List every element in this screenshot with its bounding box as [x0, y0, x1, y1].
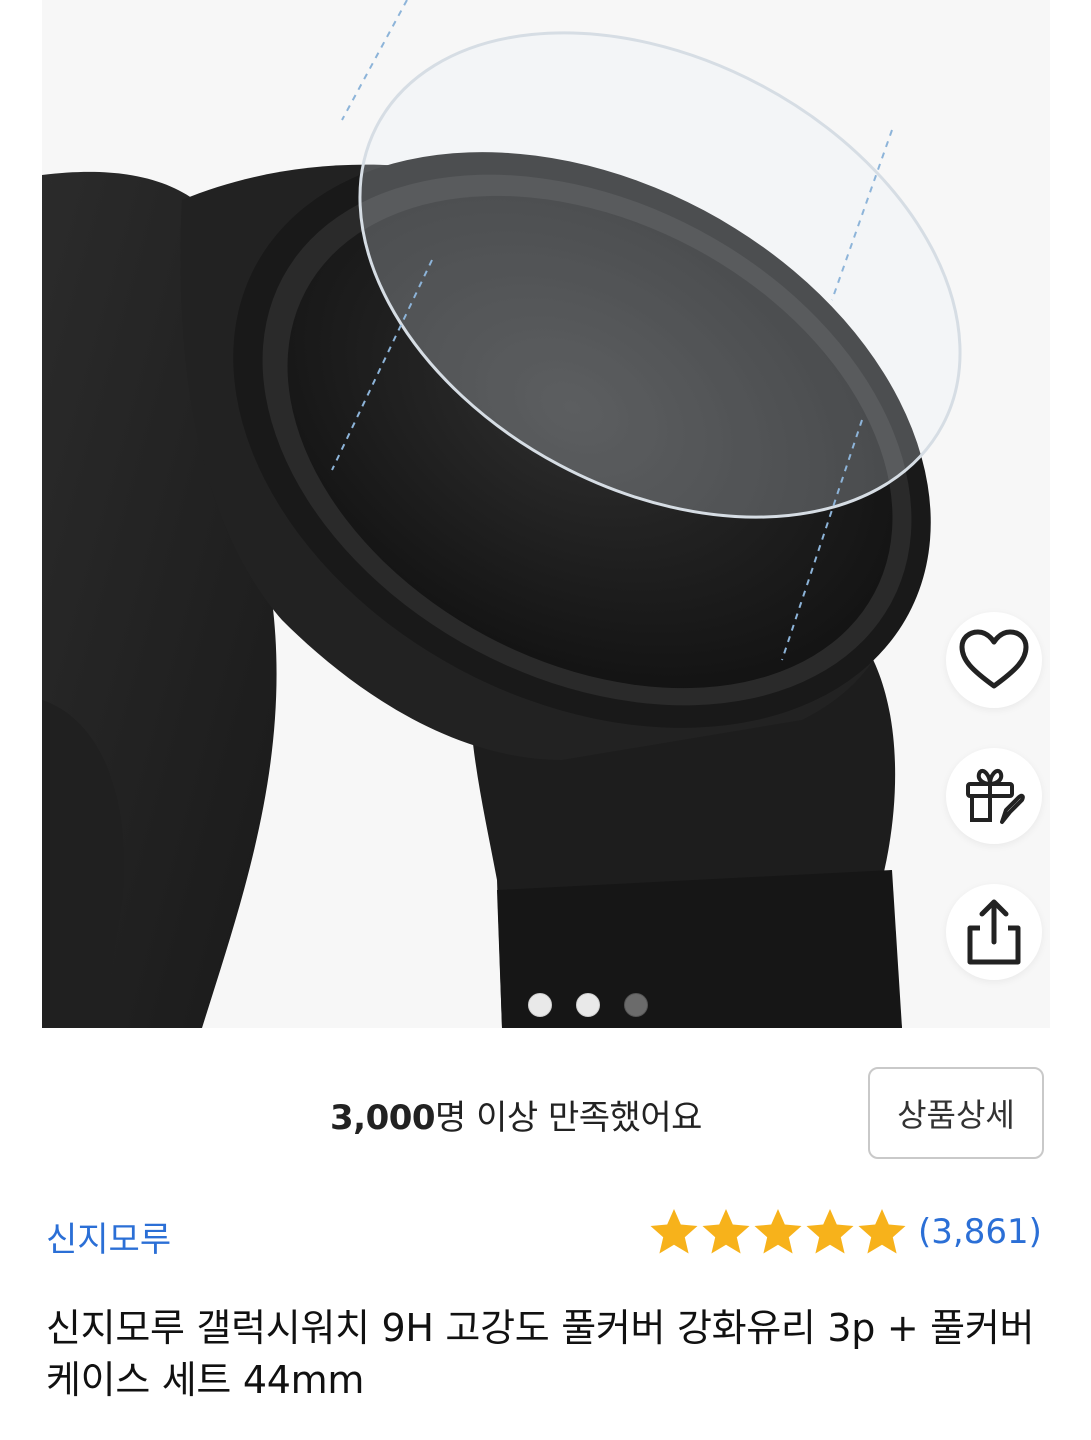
carousel-dot[interactable] — [528, 993, 552, 1017]
gift-button[interactable] — [946, 748, 1042, 844]
star-icon — [754, 1209, 802, 1254]
rating-summary[interactable]: (3,861) — [648, 1206, 1042, 1258]
heart-icon — [959, 629, 1029, 689]
share-button[interactable] — [946, 884, 1042, 980]
floating-actions — [946, 612, 1044, 1020]
star-icon — [650, 1209, 698, 1254]
star-rating — [648, 1206, 908, 1258]
wishlist-button[interactable] — [946, 612, 1042, 708]
satisfaction-text: 3,000명 이상 만족했어요 — [330, 1090, 702, 1139]
gift-rocket-icon — [966, 769, 1025, 824]
carousel-indicator[interactable] — [528, 993, 648, 1017]
satisfaction-count: 3,000 — [330, 1098, 436, 1138]
carousel-dot[interactable] — [576, 993, 600, 1017]
product-title: 신지모루 갤럭시워치 9H 고강도 풀커버 강화유리 3p + 풀커버 케이스 … — [46, 1306, 1035, 1402]
star-icon — [702, 1209, 750, 1254]
satisfaction-row: 3,000명 이상 만족했어요 상품상세 — [0, 1067, 1091, 1159]
product-photo-watch-glass — [42, 0, 1050, 1028]
satisfaction-label: 명 이상 만족했어요 — [435, 1098, 702, 1138]
carousel-dot-active[interactable] — [624, 993, 648, 1017]
product-image-carousel[interactable] — [42, 0, 1050, 1028]
review-count[interactable]: (3,861) — [918, 1212, 1042, 1252]
share-icon — [967, 899, 1021, 965]
product-detail-button[interactable]: 상품상세 — [868, 1067, 1044, 1159]
star-icon — [858, 1209, 906, 1254]
product-page: 3,000명 이상 만족했어요 상품상세 신지모루 (3,861) 신지모루 갤… — [0, 0, 1091, 1440]
brand-link[interactable]: 신지모루 — [46, 1212, 171, 1261]
star-icon — [806, 1209, 854, 1254]
